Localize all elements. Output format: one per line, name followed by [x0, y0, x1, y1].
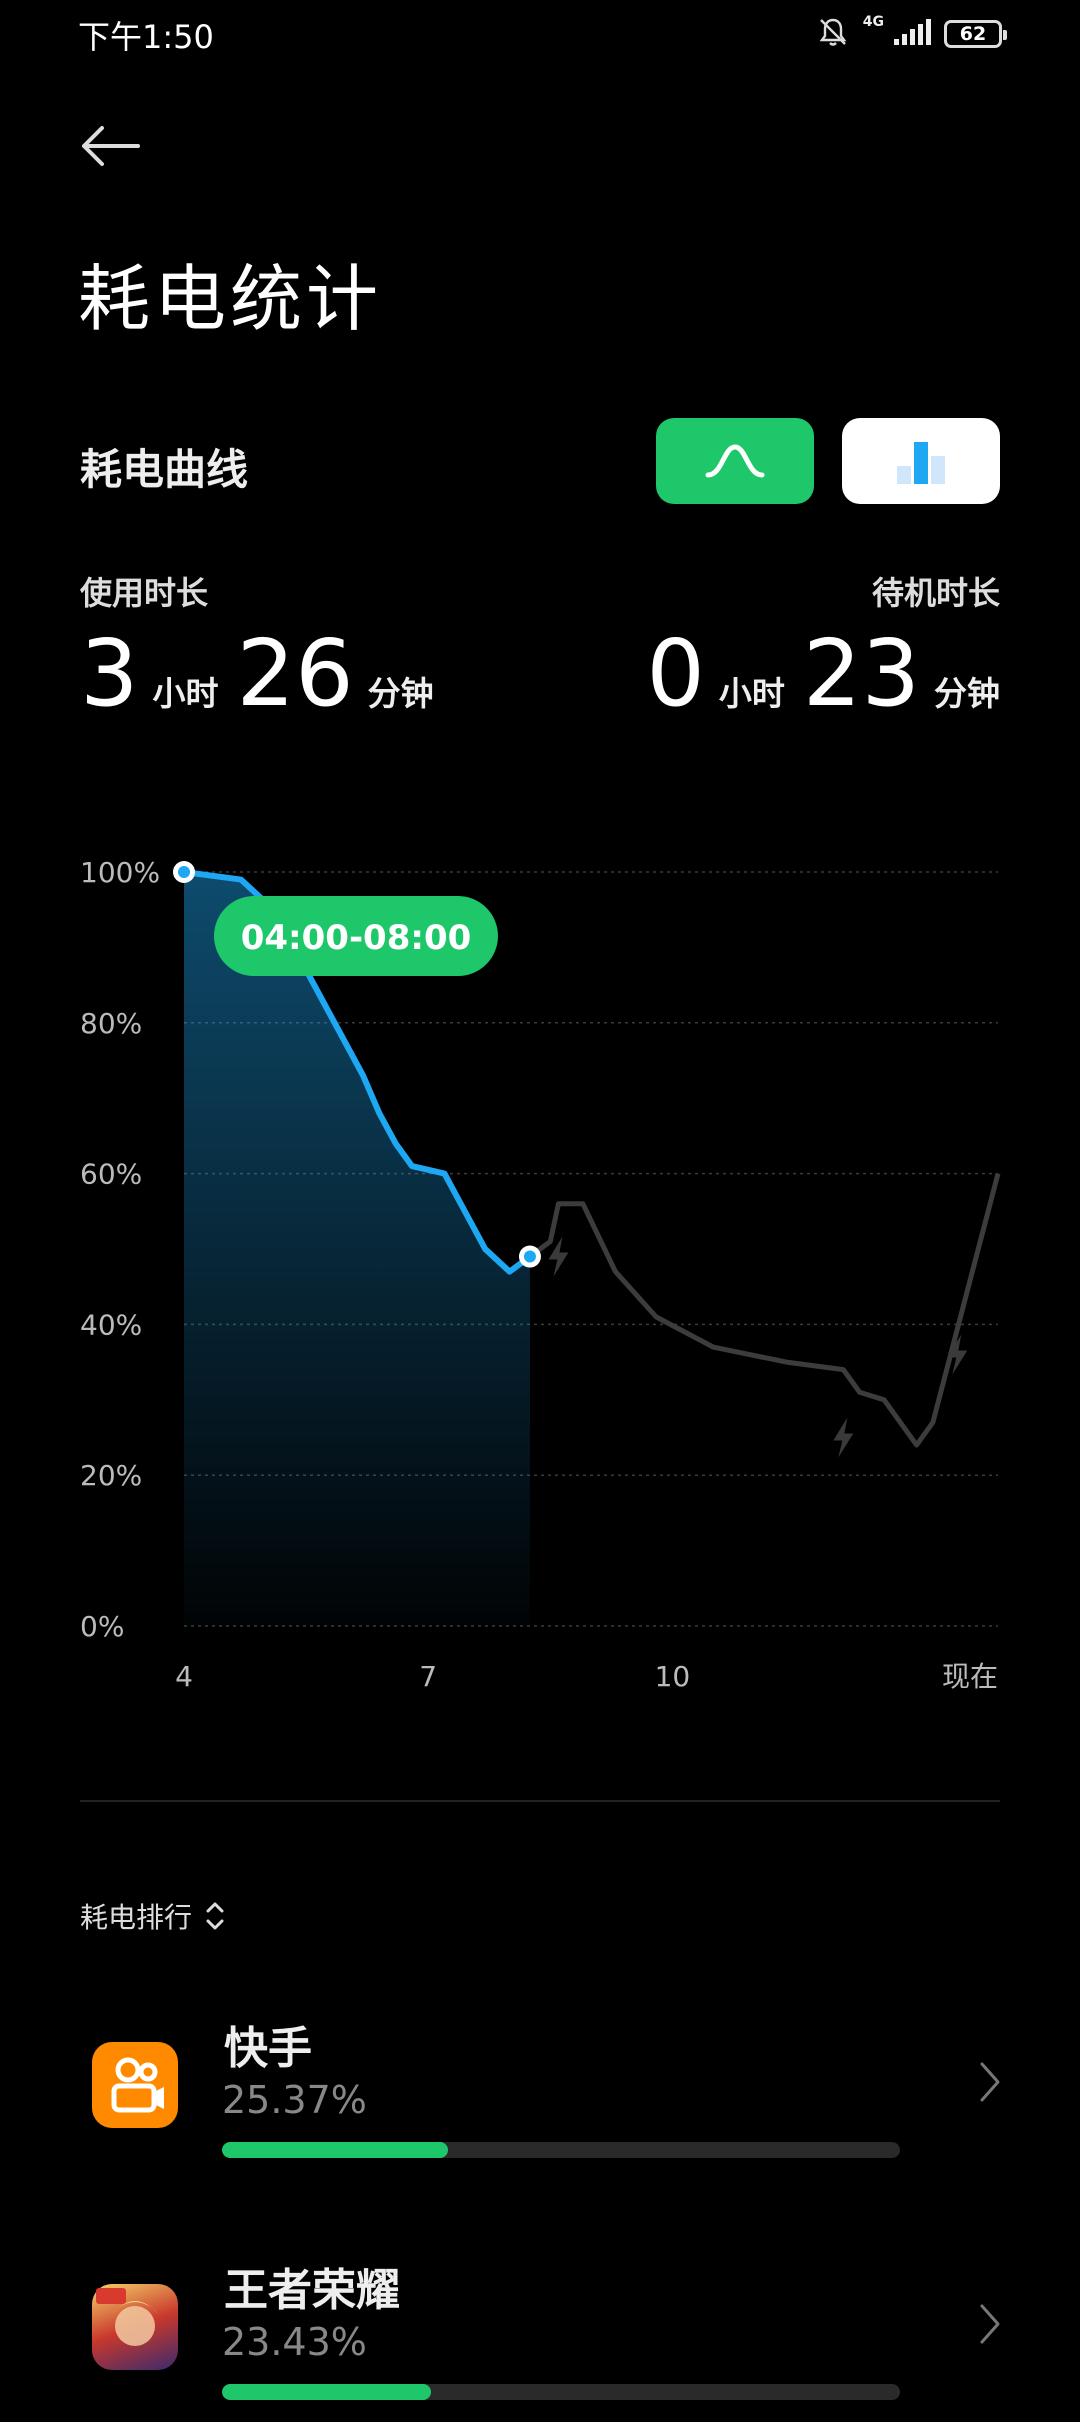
usage-duration-value: 3 小时 26 分钟: [80, 628, 434, 720]
chevron-right-icon: [980, 2062, 1000, 2102]
usage-progress-fill: [222, 2142, 449, 2158]
x-tick-label: 7: [419, 1660, 437, 1693]
usage-duration-label: 使用时长: [80, 574, 209, 612]
ranking-sort-button[interactable]: 耗电排行: [80, 1896, 226, 1936]
battery-icon: 62: [944, 20, 1007, 48]
usage-minutes: 26: [236, 620, 354, 727]
standby-minutes: 23: [802, 620, 920, 727]
selected-range-label: 04:00-08:00: [241, 918, 472, 958]
y-tick-label: 20%: [80, 1459, 142, 1492]
battery-curve-chart[interactable]: 100% 80% 60% 40% 20% 0% 4 7 10 现在 04:00-08:00: [0, 820, 1080, 1720]
status-icons: 4G 62: [815, 14, 1007, 54]
divider: [80, 1800, 1000, 1802]
ranking-title: 耗电排行: [80, 1901, 193, 1934]
app-percent: 23.43%: [222, 2320, 367, 2364]
usage-hours: 3: [80, 620, 139, 727]
status-bar: 下午1:50 4G 62: [0, 0, 1080, 66]
curve-view-toggle[interactable]: [656, 418, 814, 504]
y-tick-label: 80%: [80, 1007, 142, 1040]
curve-icon: [705, 444, 765, 478]
usage-progress-fill: [222, 2384, 432, 2400]
kuaishou-icon: [92, 2042, 178, 2128]
back-button[interactable]: [80, 118, 150, 174]
x-tick-label: 10: [655, 1660, 691, 1693]
standby-hours: 0: [646, 620, 705, 727]
standby-minute-unit: 分钟: [934, 674, 1000, 713]
standby-hour-unit: 小时: [718, 674, 785, 713]
honor-of-kings-icon: [92, 2284, 178, 2370]
x-tick-label: 4: [175, 1660, 193, 1693]
usage-hour-unit: 小时: [152, 674, 219, 713]
bell-off-icon: [815, 14, 851, 54]
usage-minute-unit: 分钟: [367, 674, 434, 713]
bar-view-toggle[interactable]: [842, 418, 1000, 504]
range-endpoint-dot-inner: [523, 1250, 536, 1263]
app-percent: 25.37%: [222, 2078, 367, 2122]
app-name: 快手: [224, 2023, 312, 2074]
status-time: 下午1:50: [78, 18, 214, 56]
y-tick-label: 100%: [80, 856, 160, 889]
y-tick-label: 0%: [80, 1610, 124, 1643]
network-type: 4G: [862, 14, 884, 30]
app-row-kuaishou[interactable]: 快手 25.37%: [0, 1980, 1080, 2180]
charging-bolt-icon: [947, 1334, 968, 1375]
page-title: 耗电统计: [78, 257, 383, 341]
chevron-right-icon: [980, 2304, 1000, 2344]
usage-progress-track: [222, 2142, 900, 2158]
usage-progress-track: [222, 2384, 900, 2400]
signal-icon: [892, 17, 932, 51]
selected-range-area: [184, 872, 530, 1626]
y-tick-label: 40%: [80, 1308, 142, 1341]
battery-line-unselected: [528, 1172, 1001, 1448]
standby-duration-value: 0 小时 23 分钟: [646, 628, 1000, 720]
bar-chart-icon: [897, 442, 945, 484]
y-tick-label: 60%: [80, 1158, 142, 1191]
charging-bolt-icon: [833, 1417, 854, 1458]
standby-duration-label: 待机时长: [871, 574, 1000, 612]
app-name: 王者荣耀: [224, 2265, 400, 2316]
arrow-left-icon: [82, 126, 140, 166]
app-row-honor-of-kings[interactable]: 王者荣耀 23.43%: [0, 2222, 1080, 2422]
sort-icon: [206, 1902, 224, 1930]
range-endpoint-dot-inner: [178, 866, 190, 878]
x-tick-label: 现在: [942, 1660, 998, 1693]
curve-section-title: 耗电曲线: [80, 445, 249, 494]
